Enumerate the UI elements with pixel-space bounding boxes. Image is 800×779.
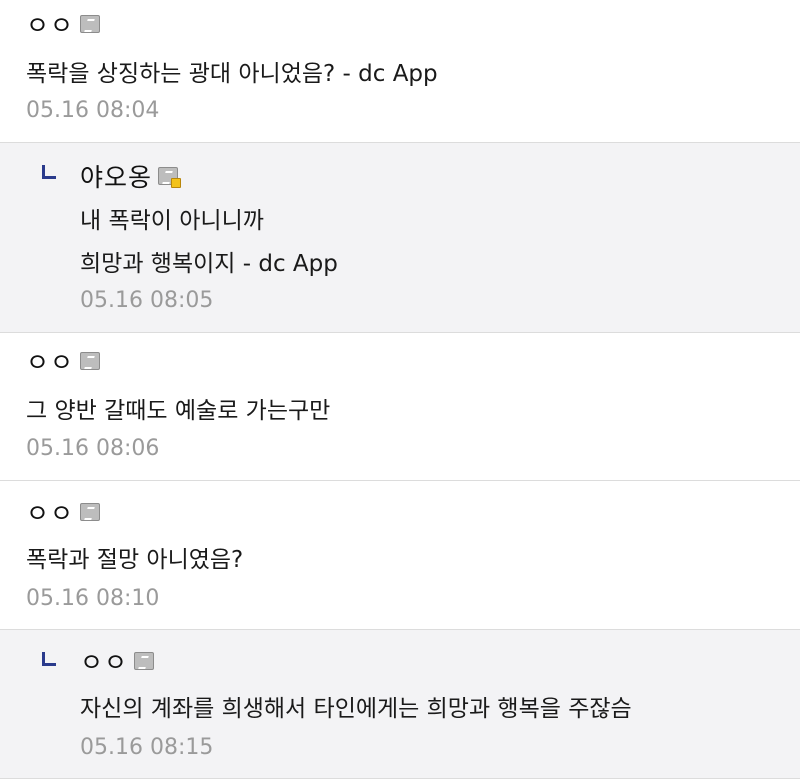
author-nickname[interactable]: ㅇㅇ [80,643,128,679]
gallery-user-badge-icon [80,503,101,521]
gallery-user-badge-icon [158,167,182,188]
comment-timestamp: 05.16 08:04 [26,98,160,123]
comment-item: ㅇㅇ 폭락과 절망 아니였음? 05.16 08:10 [0,481,800,630]
comment-text: 자신의 계좌를 희생해서 타인에게는 희망과 행복을 주잖슴 [80,696,632,722]
author-nickname[interactable]: 야오옹 [80,158,152,194]
gallery-user-badge-icon [80,352,101,370]
comment-author[interactable]: ㅇㅇ [26,494,101,530]
comment-item: ㅇㅇ 그 양반 갈때도 예술로 가는구만 05.16 08:06 [0,333,800,481]
comment-author[interactable]: ㅇㅇ [26,343,101,379]
gold-badge-icon [171,178,182,188]
comment-timestamp: 05.16 08:10 [26,586,160,611]
author-nickname[interactable]: ㅇㅇ [26,343,74,379]
comment-item: ㅇㅇ 폭락을 상징하는 광대 아니었음? - dc App 05.16 08:0… [0,0,800,143]
comment-author[interactable]: ㅇㅇ [80,643,155,679]
reply-item: ㅇㅇ 자신의 계좌를 희생해서 타인에게는 희망과 행복을 주잖슴 05.16 … [0,630,800,779]
reply-arrow-icon [42,165,56,179]
comment-text-line: 희망과 행복이지 - dc App [80,251,338,277]
gallery-user-badge-icon [134,652,155,670]
comment-timestamp: 05.16 08:05 [80,288,214,313]
comment-text: 폭락을 상징하는 광대 아니었음? - dc App [26,61,438,87]
comment-author[interactable]: ㅇㅇ [26,6,101,42]
gallery-user-badge-icon [80,15,101,33]
comment-text: 폭락과 절망 아니였음? [26,547,244,573]
author-nickname[interactable]: ㅇㅇ [26,6,74,42]
author-nickname[interactable]: ㅇㅇ [26,494,74,530]
comment-text: 그 양반 갈때도 예술로 가는구만 [26,398,331,424]
comment-author[interactable]: 야오옹 [80,158,182,194]
comment-timestamp: 05.16 08:15 [80,735,214,760]
reply-item: 야오옹 내 폭락이 아니니까 희망과 행복이지 - dc App 05.16 0… [0,143,800,333]
reply-arrow-icon [42,652,56,666]
comment-timestamp: 05.16 08:06 [26,436,160,461]
comment-text-line: 내 폭락이 아니니까 [80,208,264,234]
comment-list: ㅇㅇ 폭락을 상징하는 광대 아니었음? - dc App 05.16 08:0… [0,0,800,779]
